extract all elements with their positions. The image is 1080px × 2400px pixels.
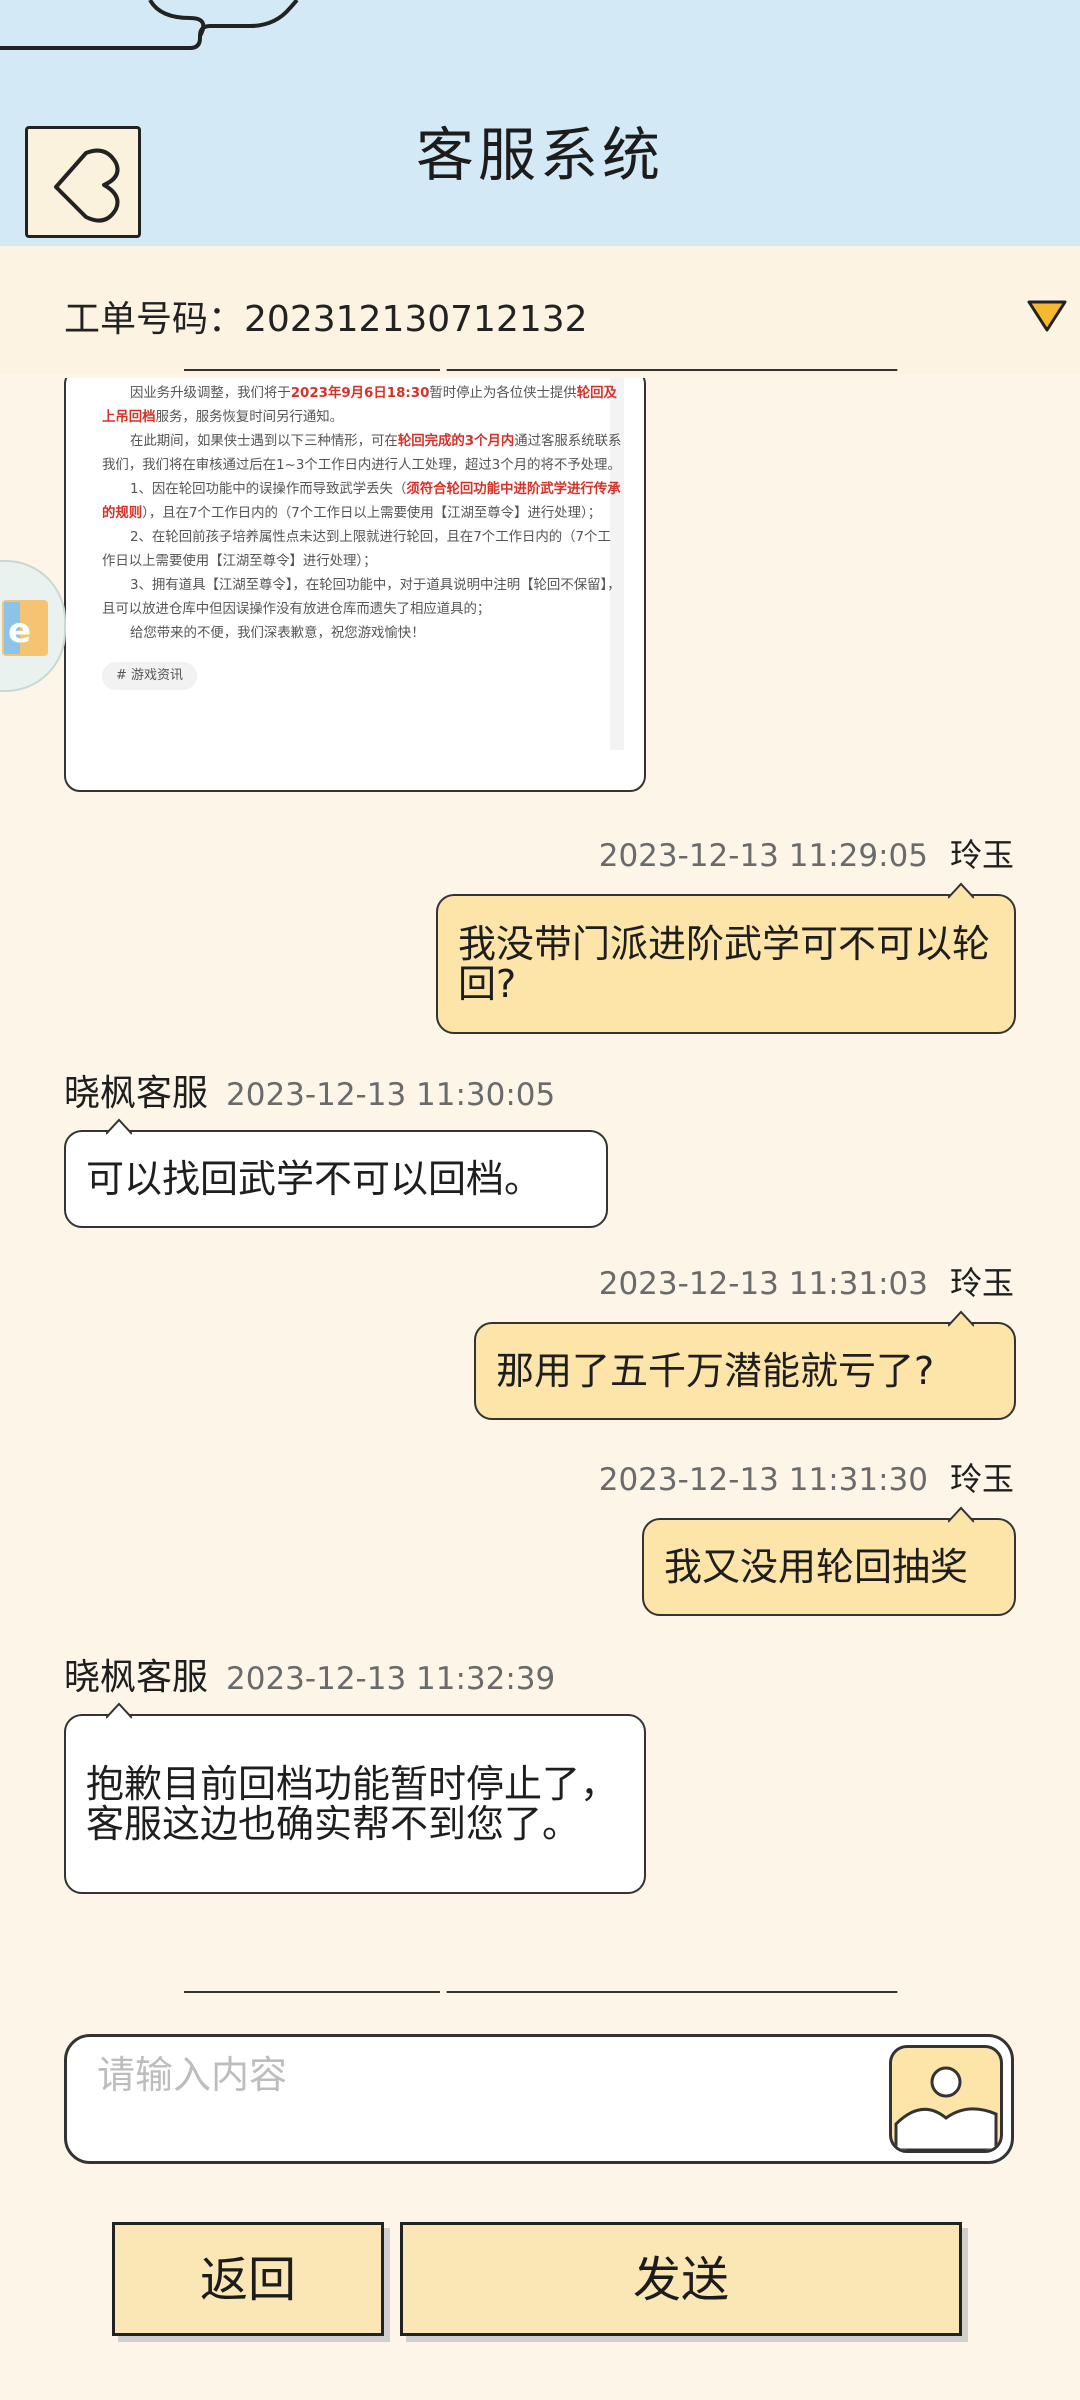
message-input[interactable] (95, 2049, 879, 2101)
cloud-decoration-icon (0, 0, 299, 50)
message-text: 我又没用轮回抽奖 (664, 1545, 969, 1589)
image-upload-button[interactable] (889, 2045, 1003, 2153)
svg-text:e: e (8, 611, 31, 651)
message-input-box[interactable] (64, 2034, 1014, 2164)
ticket-value: 202312130712132 (244, 299, 588, 340)
message-sender: 晓枫客服 (64, 1657, 209, 1698)
message-meta: 晓枫客服 2023-12-13 11:32:39 (64, 1648, 555, 1700)
message-meta: 2023-12-13 11:31:03 玲玉 (599, 1258, 1014, 1304)
message-time: 2023-12-13 11:29:05 (598, 838, 928, 874)
article-paragraph: 因业务升级调整，我们将于2023年9月6日18:30暂时停止为各位侠士提供轮回及… (102, 386, 617, 425)
message-text: 那用了五千万潜能就亏了? (496, 1349, 935, 1393)
message-time: 2023-12-13 11:31:30 (598, 1462, 928, 1498)
ticket-number: 工单号码：202312130712132 (64, 290, 588, 342)
article-paragraph: 3、拥有道具【江湖至尊令】，在轮回功能中，对于道具说明中注明【轮回不保留】，且可… (102, 578, 621, 617)
message-sender: 晓枫客服 (64, 1073, 209, 1114)
message-bubble[interactable]: 我又没用轮回抽奖 (642, 1506, 1016, 1616)
send-button-label: 发送 (632, 2252, 729, 2308)
message-bubble[interactable]: 可以找回武学不可以回档。 (64, 1118, 608, 1228)
article-tag[interactable]: # 游戏资讯 (102, 662, 198, 690)
message-bubble[interactable]: 抱歉目前回档功能暂时停止了，客服这边也确实帮不到您了。 (64, 1702, 646, 1894)
message-bubble[interactable]: 那用了五千万潜能就亏了? (474, 1310, 1016, 1420)
article-body: 因业务升级调整，我们将于2023年9月6日18:30暂时停止为各位侠士提供轮回及… (102, 382, 622, 690)
message-meta: 2023-12-13 11:29:05 玲玉 (599, 830, 1014, 876)
article-card[interactable]: 因业务升级调整，我们将于2023年9月6日18:30暂时停止为各位侠士提供轮回及… (64, 378, 646, 792)
chat-scroll[interactable]: 因业务升级调整，我们将于2023年9月6日18:30暂时停止为各位侠士提供轮回及… (0, 378, 1080, 1986)
message-sender: 玲玉 (949, 1460, 1014, 1498)
message-time: 2023-12-13 11:32:39 (226, 1661, 556, 1697)
ticket-label: 工单号码： (64, 299, 245, 340)
message-sender: 玲玉 (949, 1264, 1014, 1302)
message-sender: 玲玉 (949, 836, 1014, 874)
message-text: 我没带门派进阶武学可不可以轮回? (458, 922, 991, 1006)
message-meta: 2023-12-13 11:31:30 玲玉 (599, 1454, 1014, 1500)
page-title: 客服系统 (415, 121, 664, 189)
send-button[interactable]: 发送 (400, 2222, 962, 2336)
message-bubble[interactable]: 我没带门派进阶武学可不可以轮回? (436, 882, 1016, 1034)
message-time: 2023-12-13 11:31:03 (598, 1266, 928, 1302)
article-paragraph: 在此期间，如果侠士遇到以下三种情形，可在轮回完成的3个月内通过客服系统联系我们，… (102, 434, 622, 473)
article-paragraph: 2、在轮回前孩子培养属性点未达到上限就进行轮回，且在7个工作日内的（7个工作日以… (102, 530, 611, 569)
divider (184, 369, 898, 371)
divider (184, 1991, 898, 1993)
image-upload-icon (894, 2066, 998, 2150)
article-paragraph: 给您带来的不便，我们深表歉意，祝您游戏愉快！ (130, 626, 425, 641)
header: 客服系统 (0, 0, 1080, 246)
article-paragraph: 1、因在轮回功能中的误操作而导致武学丢失（须符合轮回功能中进阶武学进行传承的规则… (102, 482, 621, 521)
back-button[interactable]: 返回 (112, 2222, 384, 2336)
message-text: 抱歉目前回档功能暂时停止了，客服这边也确实帮不到您了。 (86, 1762, 619, 1846)
message-time: 2023-12-13 11:30:05 (226, 1077, 556, 1113)
message-meta: 晓枫客服 2023-12-13 11:30:05 (64, 1064, 555, 1116)
message-text: 可以找回武学不可以回档。 (86, 1157, 543, 1201)
triangle-down-icon[interactable] (1026, 298, 1068, 334)
back-button-label: 返回 (199, 2252, 296, 2308)
